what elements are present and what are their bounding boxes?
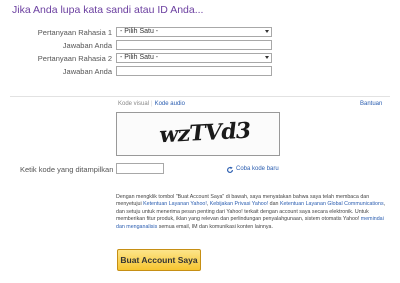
security-question-2-select[interactable]: - Pilih Satu - xyxy=(116,53,272,63)
privacy-policy-link[interactable]: Kebijakan Privasi Yahoo! xyxy=(210,201,268,207)
create-account-button[interactable]: Buat Account Saya xyxy=(117,249,201,271)
tab-visual-code[interactable]: Kode visual xyxy=(118,101,149,107)
refresh-icon[interactable] xyxy=(226,166,234,174)
terms-text: Dengan mengklik tombol "Buat Account Say… xyxy=(116,194,388,231)
security-question-2-value: - Pilih Satu - xyxy=(120,54,159,61)
dropdown-arrow-icon xyxy=(265,56,269,59)
page-heading: Jika Anda lupa kata sandi atau ID Anda..… xyxy=(12,4,204,16)
captcha-code-text: wzTVd3 xyxy=(158,117,252,149)
tab-audio-code[interactable]: Kode audio xyxy=(155,101,185,107)
terms-of-service-link[interactable]: Ketentuan Layanan Yahoo! xyxy=(143,201,207,207)
global-communications-terms-link[interactable]: Ketentuan Layanan Global Communications xyxy=(280,201,384,207)
captcha-input-label: Ketik kode yang ditampilkan xyxy=(20,165,114,174)
captcha-input[interactable] xyxy=(116,163,164,174)
answer-1-input[interactable] xyxy=(116,40,272,50)
security-question-1-label: Pertanyaan Rahasia 1 xyxy=(37,28,112,37)
captcha-tabs: Kode visual | Kode audio xyxy=(118,101,185,107)
security-question-1-value: - Pilih Satu - xyxy=(120,28,159,35)
answer-1-label: Jawaban Anda xyxy=(62,41,112,50)
answer-2-input[interactable] xyxy=(116,66,272,76)
security-question-2-label: Pertanyaan Rahasia 2 xyxy=(37,54,112,63)
answer-2-label: Jawaban Anda xyxy=(62,67,112,76)
terms-text-part: dan xyxy=(268,201,280,208)
terms-text-part: semua email, IM dan komunikasi konten la… xyxy=(157,223,273,230)
security-question-1-select[interactable]: - Pilih Satu - xyxy=(116,27,272,37)
section-divider xyxy=(10,96,390,97)
new-code-link[interactable]: Coba kode baru xyxy=(236,166,279,172)
help-link[interactable]: Bantuan xyxy=(360,101,382,107)
dropdown-arrow-icon xyxy=(265,30,269,33)
